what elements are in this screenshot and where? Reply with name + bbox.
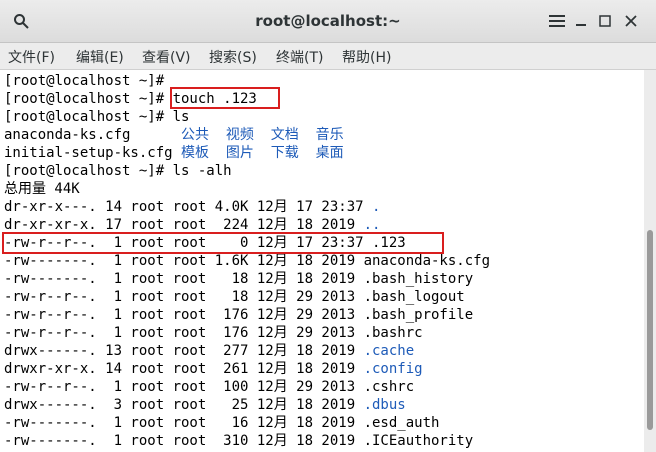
terminal-window: root@localhost:~ 文件(F) 编辑(E) 查看(V) 搜索(S)… (0, 0, 656, 452)
menu-edit[interactable]: 编辑(E) (76, 47, 124, 67)
highlight-box-command (170, 87, 280, 109)
menu-bar: 文件(F) 编辑(E) 查看(V) 搜索(S) 终端(T) 帮助(H) (0, 43, 656, 70)
terminal-line: initial-setup-ks.cfg 模板 图片 下载 桌面 (4, 144, 344, 162)
terminal-line: -rw-r--r--. 1 root root 176 12月 29 2013 … (4, 307, 474, 323)
menu-terminal[interactable]: 终端(T) (276, 47, 323, 67)
terminal-line: [root@localhost ~]# (4, 73, 165, 89)
terminal-line: [root@localhost ~]# ls (4, 109, 190, 125)
dir-entry: . (372, 199, 381, 215)
terminal-output[interactable]: [root@localhost ~]# [root@localhost ~]# … (0, 70, 644, 452)
scrollbar[interactable] (644, 70, 656, 452)
menu-file[interactable]: 文件(F) (8, 47, 55, 67)
terminal-line: -rw-------. 1 root root 16 12月 18 2019 .… (4, 415, 440, 431)
dir-entry: .cache (363, 343, 415, 359)
terminal-line: 总用量 44K (4, 181, 80, 197)
terminal-line: -rw-r--r--. 1 root root 18 12月 29 2013 .… (4, 289, 465, 305)
terminal-line: -rw-r--r--. 1 root root 176 12月 29 2013 … (4, 325, 423, 341)
terminal-line: drwxr-xr-x. 14 root root 261 12月 18 2019… (4, 361, 423, 377)
ls-dirs-row2: 模板 图片 下载 桌面 (181, 145, 344, 161)
terminal-line: drwx------. 3 root root 25 12月 18 2019 .… (4, 397, 406, 413)
minimize-icon[interactable] (572, 12, 590, 30)
terminal-line: -rw-------. 1 root root 310 12月 18 2019 … (4, 433, 474, 449)
menu-help[interactable]: 帮助(H) (342, 47, 391, 67)
dir-entry: .dbus (363, 397, 406, 413)
scrollbar-thumb[interactable] (647, 230, 653, 430)
maximize-icon[interactable] (596, 12, 614, 30)
dir-entry: .. (363, 217, 381, 233)
dir-entry: .config (363, 361, 423, 377)
title-bar[interactable]: root@localhost:~ (0, 0, 656, 43)
terminal-line: [root@localhost ~]# ls -alh (4, 163, 232, 179)
menu-search[interactable]: 搜索(S) (209, 47, 257, 67)
ls-dirs-row1: 公共 视频 文档 音乐 (181, 127, 344, 143)
terminal-line: -rw-------. 1 root root 1.6K 12月 18 2019… (4, 253, 491, 269)
close-icon[interactable] (622, 12, 640, 30)
terminal-line: drwx------. 13 root root 277 12月 18 2019… (4, 343, 415, 359)
hamburger-icon[interactable] (548, 12, 566, 30)
terminal-line: anaconda-ks.cfg 公共 视频 文档 音乐 (4, 126, 344, 144)
highlight-box-row (2, 232, 444, 254)
terminal-line: -rw-r--r--. 1 root root 100 12月 29 2013 … (4, 379, 415, 395)
ls-file: initial-setup-ks.cfg (4, 145, 182, 161)
ls-file: anaconda-ks.cfg (4, 127, 182, 143)
terminal-line: -rw-------. 1 root root 18 12月 18 2019 .… (4, 271, 474, 287)
terminal-line: dr-xr-x---. 14 root root 4.0K 12月 17 23:… (4, 199, 381, 215)
menu-view[interactable]: 查看(V) (142, 47, 191, 67)
